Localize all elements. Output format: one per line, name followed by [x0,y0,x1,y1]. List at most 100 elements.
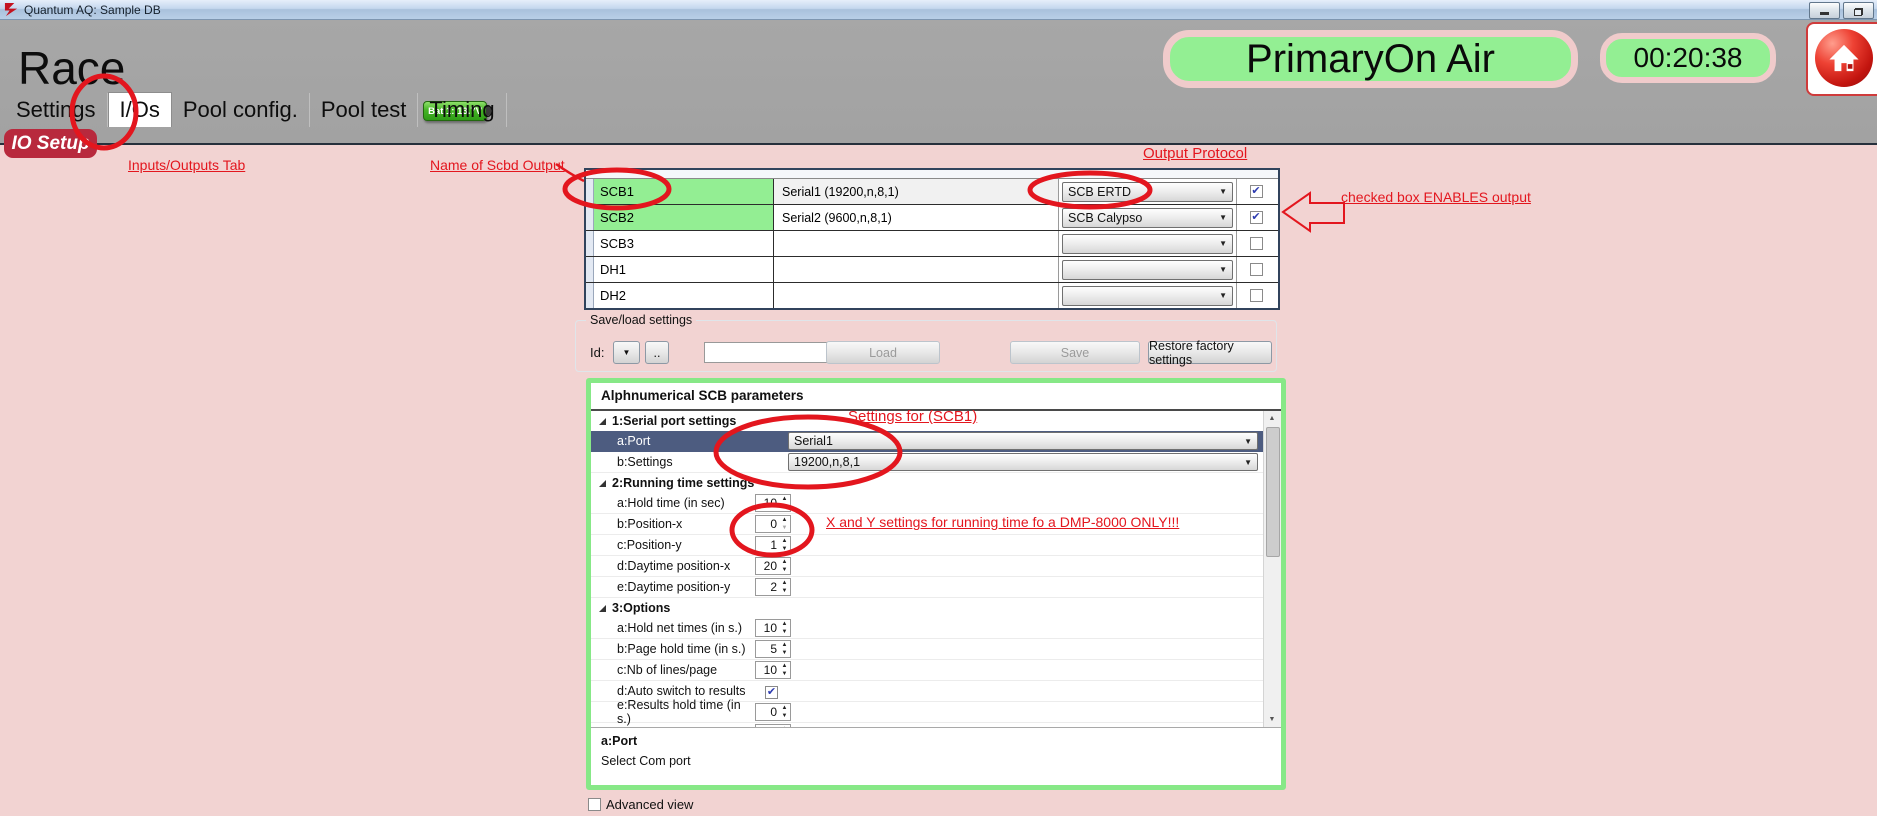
spinner-field[interactable]: 0▲▼ [755,703,791,721]
vertical-scrollbar[interactable]: ▲ ▼ [1263,411,1281,727]
output-name-cell[interactable]: SCB3 [594,231,774,256]
spinner-up-icon[interactable]: ▲ [779,579,790,587]
tab-pool-config[interactable]: Pool config. [172,93,310,127]
expander-icon[interactable] [599,480,606,487]
spinner-down-icon[interactable]: ▼ [779,587,790,595]
pg-category-3-options[interactable]: 3:Options [591,598,1264,618]
spinner-up-icon[interactable]: ▲ [779,704,790,712]
chevron-down-icon: ▼ [1244,437,1252,446]
scroll-down-icon[interactable]: ▼ [1264,712,1280,727]
spinner-up-icon[interactable]: ▲ [779,495,790,503]
tab-i-os[interactable]: I/Os [108,92,172,127]
spinner-down-icon[interactable]: ▼ [779,566,790,574]
advanced-view-checkbox[interactable]: ✔ [588,798,601,811]
pg-row-d-daytime-position-x[interactable]: d:Daytime position-x20▲▼ [591,556,1264,577]
output-protocol-dropdown[interactable]: SCB ERTD▼ [1062,182,1233,202]
spinner-up-icon[interactable]: ▲ [779,558,790,566]
spinner-field[interactable]: ▲▼ [755,724,791,727]
advanced-view-row: ✔ Advanced view [588,797,693,812]
output-name-cell[interactable]: SCB1 [594,179,774,204]
spinner-down-icon[interactable]: ▼ [779,670,790,678]
spinner-down-icon[interactable]: ▼ [779,712,790,720]
output-protocol-dropdown[interactable]: SCB Calypso▼ [1062,208,1233,228]
property-label: e:Daytime position-y [591,580,753,594]
load-button[interactable]: Load [826,341,940,364]
tab-settings[interactable]: Settings [5,93,108,127]
spinner-value: 0 [756,704,779,720]
row-selector-margin[interactable] [586,231,594,256]
spinner-field[interactable]: 20▲▼ [755,557,791,575]
scrollbar-thumb[interactable] [1266,427,1280,557]
io-table-row-scb3: SCB3 ▼ ✔ [586,231,1278,257]
pg-row-c-position-y[interactable]: c:Position-y1▲▼ [591,535,1264,556]
spinner-field[interactable]: 0▲▼ [755,515,791,533]
enable-output-checkbox[interactable]: ✔ [1250,289,1263,302]
pg-row-b-page-hold-time-in-s[interactable]: b:Page hold time (in s.)5▲▼ [591,639,1264,660]
settings-name-input[interactable] [704,342,830,363]
id-dropdown-button[interactable]: ▼ [613,341,640,364]
enable-output-checkbox[interactable]: ✔ [1250,237,1263,250]
property-dropdown[interactable]: 19200,n,8,1▼ [788,453,1258,471]
spinner-down-icon[interactable]: ▼ [779,524,790,532]
scroll-up-icon[interactable]: ▲ [1264,411,1280,426]
enable-output-checkbox[interactable]: ✔ [1250,185,1263,198]
tab-pool-test[interactable]: Pool test [310,93,419,127]
category-title: 1:Serial port settings [612,414,736,428]
home-button[interactable] [1806,22,1877,96]
spinner-down-icon[interactable]: ▼ [779,649,790,657]
row-selector-margin[interactable] [586,257,594,282]
spinner-down-icon[interactable]: ▼ [779,545,790,553]
restore-factory-settings-button[interactable]: Restore factory settings [1148,341,1272,364]
pg-row-a-port[interactable]: a:PortSerial1▼ [591,431,1264,452]
minimize-button[interactable] [1809,2,1840,19]
pg-category-2-running-time-settings[interactable]: 2:Running time settings [591,473,1264,493]
spinner-value: 0 [756,516,779,532]
tab-bar: SettingsI/OsPool config.Pool testTiming [5,93,507,127]
save-button[interactable]: Save [1010,341,1140,364]
tab-timing[interactable]: Timing [418,93,506,127]
spinner-down-icon[interactable]: ▼ [779,503,790,511]
pg-row-e-daytime-position-y[interactable]: e:Daytime position-y2▲▼ [591,577,1264,598]
output-name-cell[interactable]: DH1 [594,257,774,282]
dropdown-value: Serial1 [794,434,833,448]
enable-output-checkbox[interactable]: ✔ [1250,211,1263,224]
output-protocol-dropdown[interactable]: ▼ [1062,286,1233,306]
spinner-up-icon[interactable]: ▲ [779,620,790,628]
output-name-cell[interactable]: SCB2 [594,205,774,230]
output-protocol-dropdown[interactable]: ▼ [1062,260,1233,280]
port-description-cell: Serial2 (9600,n,8,1) [774,205,1059,230]
property-dropdown[interactable]: Serial1 ▼ [788,432,1258,450]
spinner-up-icon[interactable]: ▲ [779,537,790,545]
pg-row-a-hold-net-times-in-s[interactable]: a:Hold net times (in s.)10▲▼ [591,618,1264,639]
pg-row-c-nb-of-lines-page[interactable]: c:Nb of lines/page10▲▼ [591,660,1264,681]
chevron-down-icon: ▼ [1219,213,1227,222]
spinner-up-icon[interactable]: ▲ [779,641,790,649]
expander-icon[interactable] [599,418,606,425]
property-checkbox[interactable]: ✔ [765,686,778,699]
expander-icon[interactable] [599,605,606,612]
restore-button[interactable] [1843,2,1874,19]
browse-button[interactable]: .. [645,341,669,364]
spinner-up-icon[interactable]: ▲ [779,725,790,727]
output-name-cell[interactable]: DH2 [594,283,774,308]
spinner-field[interactable]: 2▲▼ [755,578,791,596]
on-air-badge: PrimaryOn Air [1163,30,1578,88]
output-protocol-dropdown[interactable]: ▼ [1062,234,1233,254]
spinner-field[interactable]: 10▲▼ [755,661,791,679]
io-table-row-dh2: DH2 ▼ ✔ [586,283,1278,308]
enable-output-checkbox[interactable]: ✔ [1250,263,1263,276]
spinner-up-icon[interactable]: ▲ [779,662,790,670]
row-selector-margin[interactable] [586,283,594,308]
spinner-field[interactable]: 10▲▼ [755,619,791,637]
description-title: a:Port [601,734,1271,748]
spinner-field[interactable]: 5▲▼ [755,640,791,658]
pg-row-a-hold-time-in-sec[interactable]: a:Hold time (in sec)10▲▼ [591,493,1264,514]
spinner-down-icon[interactable]: ▼ [779,628,790,636]
pg-row-b-settings[interactable]: b:Settings19200,n,8,1▼ [591,452,1264,473]
row-selector-margin[interactable] [586,179,594,204]
pg-row-e-results-hold-time-in-s[interactable]: e:Results hold time (in s.)0▲▼ [591,702,1264,723]
spinner-up-icon[interactable]: ▲ [779,516,790,524]
row-selector-margin[interactable] [586,205,594,230]
spinner-field[interactable]: 1▲▼ [755,536,791,554]
spinner-field[interactable]: 10▲▼ [755,494,791,512]
